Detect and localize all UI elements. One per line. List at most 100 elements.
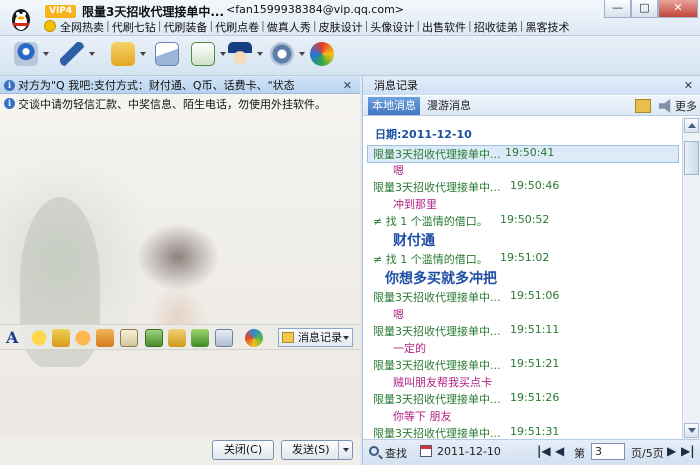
message-text: 一定的 [393,342,426,355]
send-file-button[interactable] [111,42,146,70]
status-smiley-icon[interactable] [44,20,56,32]
signature-link[interactable]: 代刷点卷 [215,19,259,35]
signature-link[interactable]: 代刷七钻 [112,19,156,35]
message-body[interactable]: 你等下 朋友 [393,408,681,424]
history-title: 消息记录 [374,79,418,92]
voice-call-button[interactable] [60,42,95,70]
close-history-icon[interactable]: ✕ [684,77,693,95]
message-text: 你想多买就多冲把 [385,271,497,287]
send-options-dropdown[interactable] [338,441,352,459]
last-page-button[interactable]: ▶| [681,444,695,458]
emoji-icon[interactable] [30,329,48,347]
doodle-icon[interactable] [120,329,138,347]
signature-link[interactable]: 皮肤设计 [319,19,363,35]
send-email-button[interactable] [155,42,183,70]
history-manager-icon[interactable] [635,99,651,113]
maximize-button[interactable]: □ [631,0,658,18]
gift-icon[interactable] [168,329,186,347]
image-icon[interactable] [145,329,163,347]
message-time: 19:50:41 [505,146,555,159]
chevron-down-icon [343,336,349,340]
message-header[interactable]: 限量3天招收代理接单中... 19:50:46 [373,179,678,195]
first-page-button[interactable]: |◀ [537,444,551,458]
signature-link[interactable]: 出售软件 [422,19,466,35]
signature-link[interactable]: 招收徒弟 [474,19,518,35]
chat-panel: i 对方为"Q 我吧:支付方式：财付通、Q币、话费卡、"状态 ✕ i 交谈中请勿… [0,77,360,465]
message-body[interactable]: 嗯 [393,306,681,322]
message-body[interactable]: 一定的 [393,340,681,356]
message-header[interactable]: ≠ 找 1 个滥情的借口。 19:50:52 [373,213,678,229]
message-input[interactable] [0,350,360,435]
window-controls: — □ ✕ [604,0,698,18]
date-filter[interactable]: 2011-12-10 [437,445,501,458]
speaker-icon[interactable] [659,99,671,113]
link-separator: | [209,19,214,32]
gear-icon [270,42,294,66]
message-sender: ≠ 找 1 个滥情的借口。 [373,253,488,266]
history-scrollbar[interactable] [682,117,700,439]
font-icon[interactable]: A [6,328,18,347]
close-notice-icon[interactable]: ✕ [343,79,352,92]
chat-actions: 关闭(C) 发送(S) [0,435,360,465]
message-header[interactable]: 限量3天招收代理接单中... 19:51:21 [373,357,678,373]
prev-page-button[interactable]: ◀ [555,444,564,458]
music-icon[interactable] [191,329,209,347]
message-sender: ≠ 找 1 个滥情的借口。 [373,215,488,228]
message-body[interactable]: 贼叫朋友帮我买点卡 [393,374,681,390]
close-chat-button[interactable]: 关闭(C) [212,440,274,460]
video-call-button[interactable] [14,42,49,70]
graduate-cap-icon [228,42,252,66]
shake-icon[interactable] [74,329,92,347]
message-header[interactable]: ≠ 找 1 个滥情的借口。 19:51:02 [373,251,678,267]
message-body[interactable]: 你想多买就多冲把 [385,268,681,288]
message-sender: 限量3天招收代理接单中... [373,393,501,406]
message-header[interactable]: 限量3天招收代理接单中... 19:51:06 [373,289,678,305]
close-window-button[interactable]: ✕ [658,0,698,18]
scroll-thumb[interactable] [684,141,699,175]
message-time: 19:51:06 [510,289,560,302]
voice-message-icon[interactable] [96,329,114,347]
signature-link[interactable]: 代刷装备 [163,19,207,35]
minimize-button[interactable]: — [604,0,631,18]
message-header[interactable]: 限量3天招收代理接单中... 19:51:26 [373,391,678,407]
signature-link[interactable]: 黑客技术 [525,19,569,35]
page-number-input[interactable]: 3 [591,443,625,460]
message-header[interactable]: 限量3天招收代理接单中... 19:51:31 [373,425,678,439]
signature-link[interactable]: 做真人秀 [267,19,311,35]
message-header[interactable]: 限量3天招收代理接单中... 19:51:11 [373,323,678,339]
tab-roaming-messages[interactable]: 漫游消息 [423,97,475,115]
contact-notice-text: 对方为"Q 我吧:支付方式：财付通、Q币、话费卡、"状态 [18,79,295,92]
app-icon[interactable] [245,329,263,347]
send-button[interactable]: 发送(S) [281,440,353,460]
next-page-button[interactable]: ▶ [667,444,676,458]
search-icon[interactable] [369,446,379,456]
message-body[interactable]: 嗯 [393,162,681,178]
history-title-bar: 消息记录 ✕ [363,77,700,95]
message-history-button[interactable]: 消息记录 [278,328,353,347]
app-settings-button[interactable] [270,42,305,70]
create-group-button[interactable] [191,42,226,70]
search-button[interactable]: 查找 [385,445,407,461]
link-separator: | [106,19,110,32]
more-button[interactable]: 更多 [675,98,697,114]
app-box-button[interactable] [310,42,338,70]
message-time: 19:51:21 [510,357,560,370]
message-sender: 限量3天招收代理接单中... [373,181,501,194]
vip-badge: VIP4 [45,5,77,18]
magic-emoji-icon[interactable] [52,329,70,347]
screenshot-icon[interactable] [215,329,233,347]
contact-name: 限量3天招收代理接单中... [82,5,225,19]
signature-links: 全网热卖 | 代刷七钻 | 代刷装备 | 代刷点卷 | 做真人秀 | 皮肤设计 | 头像设计 | 出售软件 |… [60,19,569,35]
message-body[interactable]: 冲到那里 [393,196,681,212]
scroll-down-button[interactable] [684,423,699,438]
scroll-up-button[interactable] [684,118,699,133]
message-sender: 限量3天招收代理接单中... [373,148,501,161]
tab-local-messages[interactable]: 本地消息 [368,97,420,115]
calendar-icon[interactable] [420,445,432,457]
signature-link[interactable]: 全网热卖 [60,19,104,35]
message-text: 你等下 朋友 [393,410,452,423]
signature-link[interactable]: 头像设计 [370,19,414,35]
qzone-button[interactable] [228,42,263,70]
message-header[interactable]: 限量3天招收代理接单中... 19:50:41 [367,145,679,163]
message-body[interactable]: 财付通 [393,230,681,250]
